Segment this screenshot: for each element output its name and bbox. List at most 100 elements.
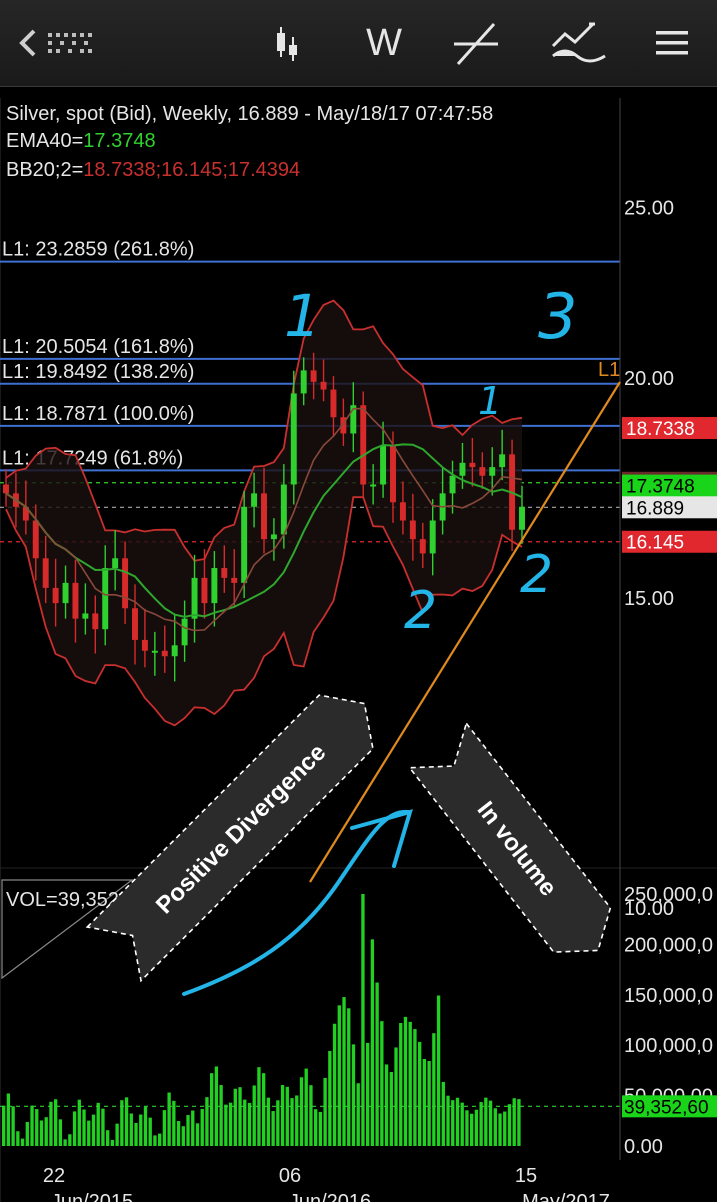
volume-bar	[153, 1135, 157, 1146]
sub-wave-1-label: 1	[478, 379, 502, 423]
volume-bar	[370, 939, 375, 1146]
volume-bar	[143, 1106, 148, 1146]
wave-3-label: 3	[538, 280, 577, 353]
period-selector[interactable]: W	[352, 0, 416, 86]
candle-body	[270, 534, 277, 540]
volume-bar	[309, 1085, 313, 1146]
volume-bar	[384, 1064, 389, 1146]
volume-bar	[134, 1122, 138, 1146]
candle-body	[390, 445, 396, 503]
chevron-left-icon	[19, 29, 92, 57]
chart-area[interactable]: L1: 23.2859 (261.8%) L1: 20.5054 (161.8%)…	[0, 88, 717, 1202]
draw-tool-button[interactable]	[444, 0, 508, 86]
candle-body	[479, 467, 486, 476]
volume-bar	[318, 1111, 323, 1146]
candle-body	[122, 558, 129, 609]
volume-bar	[507, 1104, 512, 1146]
volume-bar	[479, 1102, 483, 1146]
volume-bar	[351, 1044, 356, 1146]
candle-body	[92, 613, 99, 630]
volume-bar	[186, 1115, 190, 1146]
volume-bar	[238, 1087, 242, 1146]
indicator-button[interactable]	[544, 0, 614, 86]
volume-bar	[403, 1016, 408, 1146]
wave-2-label-right: 2	[520, 545, 553, 605]
volume-bar	[460, 1102, 464, 1146]
time-label-1: 22	[43, 1165, 65, 1187]
volume-bar	[106, 1130, 110, 1146]
volume-bar	[139, 1114, 143, 1146]
volume-bar	[82, 1109, 86, 1146]
volume-bar	[124, 1097, 129, 1146]
volume-bar	[205, 1097, 209, 1146]
fib-level-label-2: L1: 19.8492 (138.2%)	[2, 361, 194, 383]
candle	[360, 391, 367, 498]
svg-text:16.889: 16.889	[626, 498, 684, 519]
volume-bar	[389, 1071, 393, 1146]
bollinger-readout: BB20;2=18.7338;16.145;17.4394	[6, 159, 300, 181]
price-tag-0: 18.7338	[622, 417, 717, 440]
back-button[interactable]	[8, 0, 108, 86]
candle-body	[141, 639, 148, 651]
volume-bar	[219, 1085, 223, 1146]
candle-body	[469, 462, 476, 468]
volume-tick-2: 150,000,0	[624, 985, 713, 1007]
price-tag-3: 16.889	[622, 496, 717, 519]
volume-bar	[280, 1085, 285, 1146]
volume-bar	[115, 1123, 119, 1146]
volume-bar	[290, 1098, 294, 1146]
candle-body	[360, 405, 367, 485]
volume-bar	[399, 1023, 403, 1146]
volume-bar	[465, 1110, 469, 1146]
volume-bar	[337, 1005, 341, 1146]
volume-bar	[35, 1109, 39, 1146]
volume-bar	[6, 1093, 11, 1146]
volume-bar	[493, 1108, 497, 1146]
candle-body	[419, 539, 426, 554]
candle-body	[72, 582, 79, 619]
menu-button[interactable]	[642, 0, 702, 86]
volume-bar	[276, 1100, 280, 1146]
volume-bar	[162, 1110, 167, 1146]
candle-body	[399, 502, 406, 521]
candle-body	[161, 650, 168, 657]
volume-bar	[323, 1077, 327, 1146]
volume-bar	[484, 1097, 488, 1146]
candle-body	[82, 613, 89, 619]
volume-bar	[210, 1073, 214, 1146]
volume-bar	[233, 1088, 237, 1146]
price-tick-1: 20.00	[624, 368, 674, 390]
candle-body	[221, 568, 228, 578]
candle-body	[151, 650, 158, 653]
volume-tick-3: 100,000,0	[624, 1035, 713, 1057]
volume-bar	[176, 1121, 181, 1146]
candle-body	[429, 520, 436, 554]
candle-body	[132, 608, 138, 640]
candle-body	[32, 520, 39, 559]
trendline-tag: L1	[598, 359, 620, 381]
candle	[241, 491, 248, 598]
candle-body	[290, 393, 297, 485]
volume-bar	[413, 1029, 417, 1146]
volume-bar	[361, 894, 365, 1146]
volume-bar	[158, 1133, 162, 1146]
volume-bar	[332, 1023, 337, 1146]
volume-bar	[328, 1051, 332, 1146]
candle-body	[489, 467, 496, 476]
candle-body	[181, 618, 188, 646]
fib-level-label-3: L1: 18.7871 (100.0%)	[2, 403, 194, 425]
candlestick-button[interactable]	[262, 0, 312, 86]
volume-bar	[191, 1110, 195, 1146]
candle-body	[241, 506, 248, 583]
wave-1-label: 1	[284, 282, 321, 350]
candle-body	[3, 484, 9, 494]
volume-bar	[195, 1123, 200, 1146]
volume-bar	[72, 1111, 77, 1146]
candle-body	[280, 484, 287, 535]
volume-tick-0: 250,000,0	[624, 884, 713, 906]
volume-bar	[418, 1041, 422, 1146]
candle-body	[300, 370, 307, 394]
trendline-icon	[454, 22, 498, 66]
price-tick-2: 15.00	[624, 588, 674, 610]
volume-bar	[148, 1117, 152, 1146]
